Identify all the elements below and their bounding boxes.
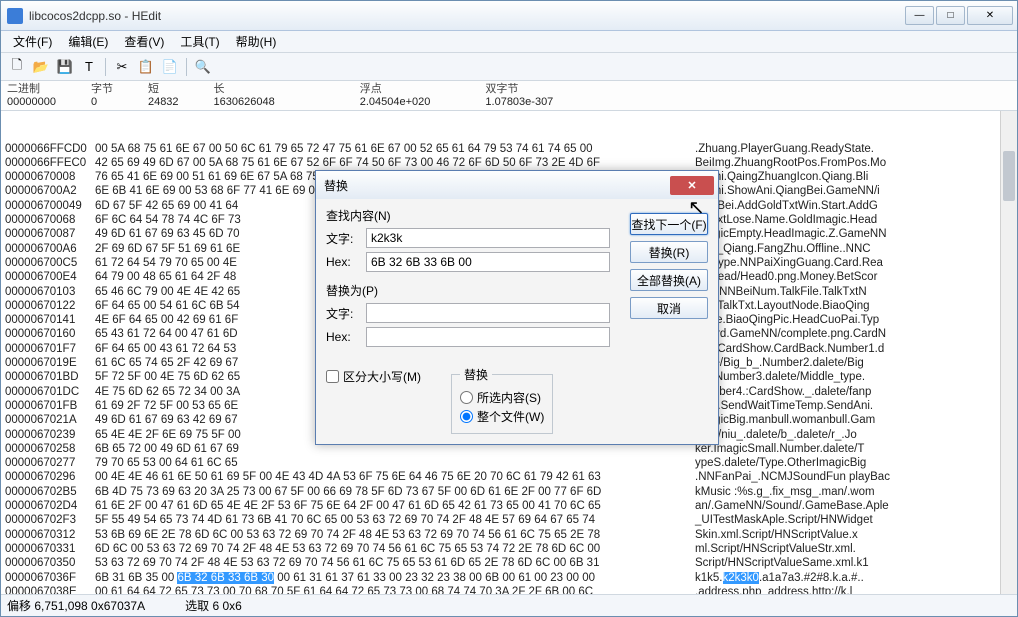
menu-file[interactable]: 文件(F) — [5, 31, 60, 52]
close-button[interactable]: ✕ — [967, 6, 1013, 25]
binary-label: 二进制 — [7, 83, 56, 96]
window-title: libcocos2dcpp.so - HEdit — [29, 9, 905, 23]
byte-value: 0 — [91, 96, 113, 109]
menu-tools[interactable]: 工具(T) — [172, 31, 227, 52]
replace-button[interactable]: 替换(R) — [630, 241, 708, 263]
menu-help[interactable]: 帮助(H) — [228, 31, 285, 52]
scope-fieldset: 替换 所选内容(S) 整个文件(W) — [451, 366, 553, 434]
hex-row[interactable]: 000006702F3 5F 55 49 54 65 73 74 4D 61 7… — [5, 513, 1017, 527]
hex-row[interactable]: 00000670277 79 70 65 53 00 64 61 6C 65yp… — [5, 456, 1017, 470]
short-label: 短 — [148, 83, 179, 96]
hex-row[interactable]: 0000066FFCD000 5A 68 75 61 6E 67 00 50 6… — [5, 142, 1017, 156]
replace-text-label: 文字: — [326, 305, 366, 322]
app-icon — [7, 8, 23, 24]
status-bar: 偏移 6,751,098 0x67037A 选取 6 0x6 — [1, 594, 1017, 616]
find-next-button[interactable]: 查找下一个(F) — [630, 213, 708, 235]
menubar: 文件(F) 编辑(E) 查看(V) 工具(T) 帮助(H) — [1, 31, 1017, 53]
dialog-titlebar: 替换 ✕ — [316, 171, 718, 199]
hex-row[interactable]: 0000067038E 00 61 64 64 72 65 73 73 00 7… — [5, 585, 1017, 594]
dword-label: 双字节 — [485, 83, 553, 96]
scrollbar[interactable] — [1000, 111, 1017, 594]
hex-row[interactable]: 0000067036F 6B 31 6B 35 00 6B 32 6B 33 6… — [5, 571, 1017, 585]
dword-value: 1.07803e-307 — [485, 96, 553, 109]
find-hex-input[interactable] — [366, 252, 610, 272]
hex-row[interactable]: 00000670331 6D 6C 00 53 63 72 69 70 74 2… — [5, 542, 1017, 556]
match-case-checkbox[interactable]: 区分大小写(M) — [326, 368, 421, 385]
hex-row[interactable]: 00000670296 00 4E 4E 46 61 6E 50 61 69 5… — [5, 470, 1017, 484]
separator — [105, 58, 106, 76]
replace-dialog: 替换 ✕ 查找内容(N) 文字: Hex: 替换为(P) 文字: Hex: 查找… — [315, 170, 719, 445]
find-hex-label: Hex: — [326, 255, 366, 269]
info-bar: 二进制00000000 字节0 短24832 长1630626048 浮点2.0… — [1, 81, 1017, 111]
hex-row[interactable]: 0000066FFEC042 65 69 49 6D 67 00 5A 68 7… — [5, 156, 1017, 170]
save-icon[interactable]: 💾 — [55, 57, 75, 77]
separator — [186, 58, 187, 76]
scope-wholefile-radio[interactable]: 整个文件(W) — [460, 408, 544, 425]
long-label: 长 — [214, 83, 275, 96]
copy-icon[interactable]: 📋 — [136, 57, 156, 77]
new-icon[interactable]: 🗋 — [7, 57, 27, 77]
hex-row[interactable]: 00000670312 53 6B 69 6E 2E 78 6D 6C 00 5… — [5, 528, 1017, 542]
float-value: 2.04504e+020 — [360, 96, 431, 109]
long-value: 1630626048 — [214, 96, 275, 109]
hex-row[interactable]: 000006702D4 61 6E 2F 00 47 61 6D 65 4E 4… — [5, 499, 1017, 513]
scope-legend: 替换 — [460, 366, 492, 383]
replace-all-button[interactable]: 全部替换(A) — [630, 269, 708, 291]
float-label: 浮点 — [360, 83, 431, 96]
hex-row[interactable]: 000006702B5 6B 4D 75 73 69 63 20 3A 25 7… — [5, 485, 1017, 499]
replace-hex-label: Hex: — [326, 330, 366, 344]
minimize-button[interactable]: — — [905, 6, 934, 25]
short-value: 24832 — [148, 96, 179, 109]
hex-row[interactable]: 00000670350 53 63 72 69 70 74 2F 48 4E 5… — [5, 556, 1017, 570]
toolbar: 🗋 📂 💾 T ✂ 📋 📄 🔍 — [1, 53, 1017, 81]
dialog-title: 替换 — [324, 177, 670, 194]
cut-icon[interactable]: ✂ — [112, 57, 132, 77]
dialog-close-button[interactable]: ✕ — [670, 176, 714, 195]
text-icon[interactable]: T — [79, 57, 99, 77]
titlebar: libcocos2dcpp.so - HEdit — □ ✕ — [1, 1, 1017, 31]
replace-hex-input[interactable] — [366, 327, 610, 347]
binary-value: 00000000 — [7, 96, 56, 109]
menu-edit[interactable]: 编辑(E) — [60, 31, 116, 52]
maximize-button[interactable]: □ — [936, 6, 965, 25]
cancel-button[interactable]: 取消 — [630, 297, 708, 319]
open-icon[interactable]: 📂 — [31, 57, 51, 77]
find-text-label: 文字: — [326, 230, 366, 247]
paste-icon[interactable]: 📄 — [160, 57, 180, 77]
replace-text-input[interactable] — [366, 303, 610, 323]
status-selection: 选取 6 0x6 — [185, 597, 242, 614]
replace-group-label: 替换为(P) — [326, 282, 610, 299]
find-icon[interactable]: 🔍 — [193, 57, 213, 77]
menu-view[interactable]: 查看(V) — [116, 31, 172, 52]
scroll-thumb[interactable] — [1003, 151, 1015, 201]
find-text-input[interactable] — [366, 228, 610, 248]
byte-label: 字节 — [91, 83, 113, 96]
status-offset: 偏移 6,751,098 0x67037A — [7, 597, 145, 614]
scope-selection-radio[interactable]: 所选内容(S) — [460, 389, 544, 406]
find-group-label: 查找内容(N) — [326, 207, 610, 224]
